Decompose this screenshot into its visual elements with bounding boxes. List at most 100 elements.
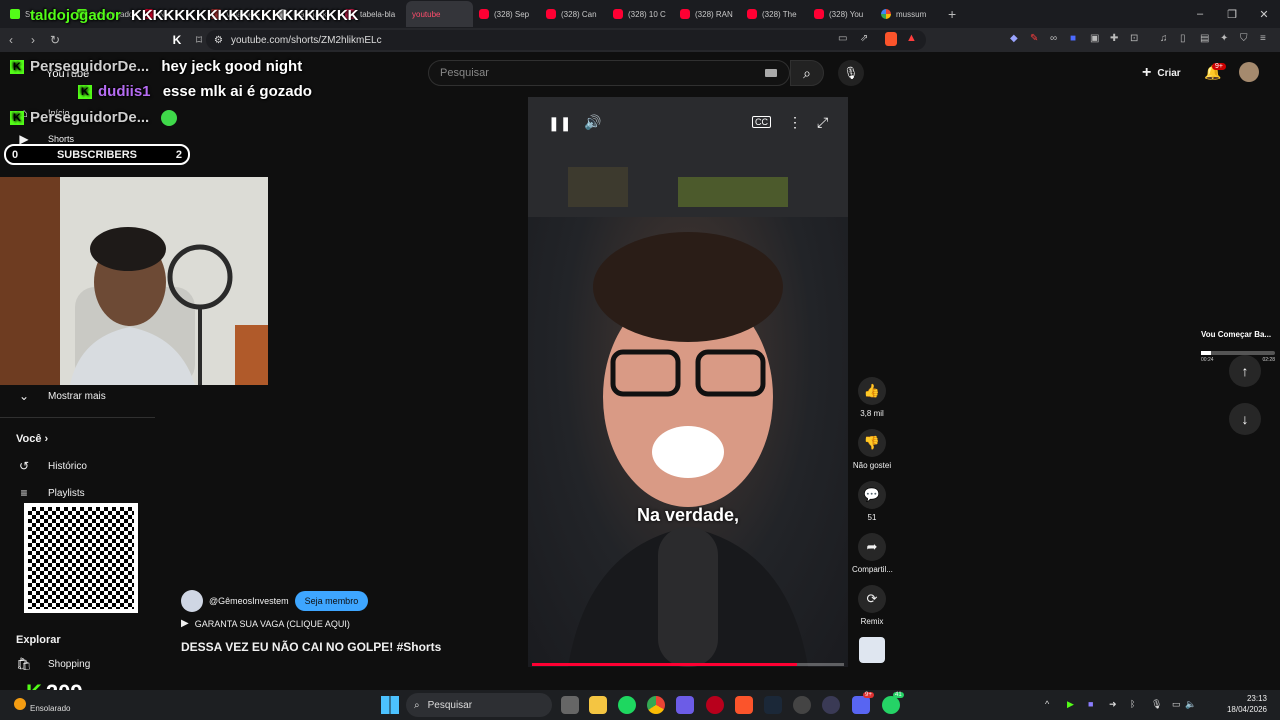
captions-icon[interactable]: CC (752, 116, 771, 128)
chat-message: K PerseguidorDe... (10, 109, 178, 127)
playlist-icon: ≡ (20, 486, 28, 500)
section-voce-header[interactable]: Você › (16, 433, 48, 445)
maximize-icon[interactable]: ❐ (1216, 8, 1248, 21)
youtube-favicon-icon (680, 9, 690, 19)
tray-app-icon[interactable]: ■ (1088, 699, 1093, 709)
tab-youtube-you[interactable]: (328) You (808, 1, 875, 27)
comments-button[interactable]: 💬 51 (852, 481, 892, 522)
channel-avatar[interactable] (181, 590, 203, 612)
extension-3-icon[interactable]: ∞ (1050, 33, 1057, 44)
search-input[interactable]: Pesquisar (428, 60, 790, 86)
keyboard-icon[interactable] (765, 69, 777, 77)
extension-1-icon[interactable]: ◆ (1010, 33, 1018, 44)
opera-icon[interactable] (706, 696, 724, 714)
video-title[interactable]: DESSA VEZ EU NÃO CAI NO GOLPE! #Shorts (181, 640, 441, 654)
pause-icon[interactable]: ❚❚ (548, 115, 571, 132)
sidebar-item-historico[interactable]: ↺ Histórico (16, 459, 87, 473)
fullscreen-icon[interactable]: ⤢ (817, 114, 828, 131)
extension-5-icon[interactable]: ▣ (1090, 33, 1099, 44)
weather-widget[interactable]: Ensolarado (14, 694, 70, 713)
search-button[interactable]: ⌕ (790, 60, 824, 86)
kick-extension-icon[interactable]: K (166, 33, 188, 47)
cta-link[interactable]: ▶ GARANTA SUA VAGA (CLIQUE AQUI) (181, 618, 350, 629)
youtube-favicon-icon (479, 9, 489, 19)
forward-icon[interactable]: › (22, 33, 44, 47)
system-clock[interactable]: 23:13 18/04/2026 (1203, 693, 1267, 715)
brave-shield-icon[interactable] (885, 32, 897, 46)
tab-youtube-active[interactable]: youtube (406, 1, 473, 27)
tab-youtube-ran[interactable]: (328) RAN (674, 1, 741, 27)
task-view-icon[interactable] (561, 696, 579, 714)
tab-youtube-can[interactable]: (328) Can (540, 1, 607, 27)
screenshot-icon[interactable]: ⊡ (1130, 33, 1138, 44)
microphone-icon[interactable]: 🎙 (1151, 699, 1162, 710)
chrome-icon[interactable] (647, 696, 665, 714)
like-button[interactable]: 👍 3,8 mil (852, 377, 892, 418)
sun-icon (14, 697, 26, 710)
settings-icon[interactable] (793, 696, 811, 714)
calculator-icon[interactable] (676, 696, 694, 714)
tab-youtube-the[interactable]: (328) The (741, 1, 808, 27)
video-progress-bar[interactable] (532, 663, 844, 666)
spotify-icon[interactable] (618, 696, 636, 714)
remix-icon: ⟳ (858, 585, 886, 613)
remix-button[interactable]: ⟳ Remix (852, 585, 892, 626)
dislike-button[interactable]: 👎 Não gostei (852, 429, 892, 470)
site-settings-icon[interactable]: ⚙ (214, 35, 223, 46)
network-icon[interactable]: ▭ (1172, 699, 1181, 710)
taskbar-search[interactable]: ⌕ Pesquisar (406, 693, 552, 717)
tab-youtube-sep[interactable]: (328) Sep (473, 1, 540, 27)
channel-thumbnail[interactable] (859, 637, 885, 663)
comment-icon: 💬 (858, 481, 886, 509)
cast-icon[interactable]: ▭ (838, 33, 847, 44)
extension-4-icon[interactable]: ■ (1070, 33, 1076, 44)
account-avatar[interactable] (1239, 62, 1259, 82)
discord-icon[interactable] (852, 696, 870, 714)
previous-short-button[interactable]: ↑ (1229, 355, 1261, 387)
brave-icon[interactable] (735, 696, 753, 714)
join-membership-button[interactable]: Seja membro (294, 591, 369, 611)
discord-badge: 9+ (863, 692, 874, 698)
new-tab-plus-icon[interactable]: + (948, 6, 956, 22)
channel-name[interactable]: @GêmeosInvestem (209, 596, 289, 606)
tab-mussum[interactable]: mussum (875, 1, 942, 27)
back-icon[interactable]: ‹ (0, 33, 22, 47)
volume-icon[interactable]: 🔊 (584, 114, 601, 131)
create-button[interactable]: + Criar (1142, 62, 1181, 84)
volume-tray-icon[interactable]: 🔈 (1185, 699, 1196, 710)
menu-icon[interactable]: ≡ (1260, 33, 1266, 44)
extension-2-icon[interactable]: ✎ (1030, 33, 1038, 44)
extensions-icon[interactable]: ✚ (1110, 33, 1118, 44)
tray-play-icon[interactable]: ▶ (1067, 699, 1074, 710)
share-page-icon[interactable]: ⇗ (860, 33, 868, 44)
media-app-icon[interactable] (822, 696, 840, 714)
wallet-icon[interactable]: ▤ (1200, 33, 1209, 44)
whatsapp-icon[interactable] (882, 696, 900, 714)
file-explorer-icon[interactable] (589, 696, 607, 714)
chevron-down-icon: ⌄ (18, 389, 30, 403)
reload-icon[interactable]: ↻ (44, 33, 66, 47)
minimize-icon[interactable]: – (1184, 8, 1216, 20)
more-options-icon[interactable]: ⋮ (788, 114, 802, 131)
steam-icon[interactable] (764, 696, 782, 714)
windows-start-icon[interactable] (381, 696, 399, 714)
voice-search-button[interactable]: 🎙 (838, 60, 864, 86)
next-short-button[interactable]: ↓ (1229, 403, 1261, 435)
bluetooth-icon[interactable]: ᛒ (1130, 699, 1135, 709)
sidebar-item-shopping[interactable]: 🛍 Shopping (16, 657, 90, 671)
leo-ai-icon[interactable]: ✦ (1220, 33, 1228, 44)
tray-chevron-icon[interactable]: ^ (1045, 699, 1049, 709)
media-icon[interactable]: ♫ (1160, 33, 1168, 44)
brave-rewards-icon[interactable]: ▲ (906, 32, 917, 44)
tab-youtube-10c[interactable]: (328) 10 C (607, 1, 674, 27)
tray-arrow-icon[interactable]: ➜ (1109, 699, 1117, 710)
close-icon[interactable]: ✕ (1248, 8, 1280, 21)
sidebar-icon[interactable]: ▯ (1180, 33, 1186, 44)
kick-badge-icon: K (10, 111, 24, 126)
sidebar-show-more[interactable]: ⌄ Mostrar mais (16, 389, 106, 403)
sidebar-item-playlists[interactable]: ≡ Playlists (16, 486, 84, 500)
address-bar[interactable]: ⚙ youtube.com/shorts/ZM2hlikmELc (206, 30, 926, 50)
share-button[interactable]: ➦ Compartil... (852, 533, 893, 574)
shorts-video-player[interactable]: ❚❚ 🔊 CC ⋮ ⤢ (528, 97, 848, 667)
vpn-icon[interactable]: ⛉ (1240, 33, 1248, 44)
